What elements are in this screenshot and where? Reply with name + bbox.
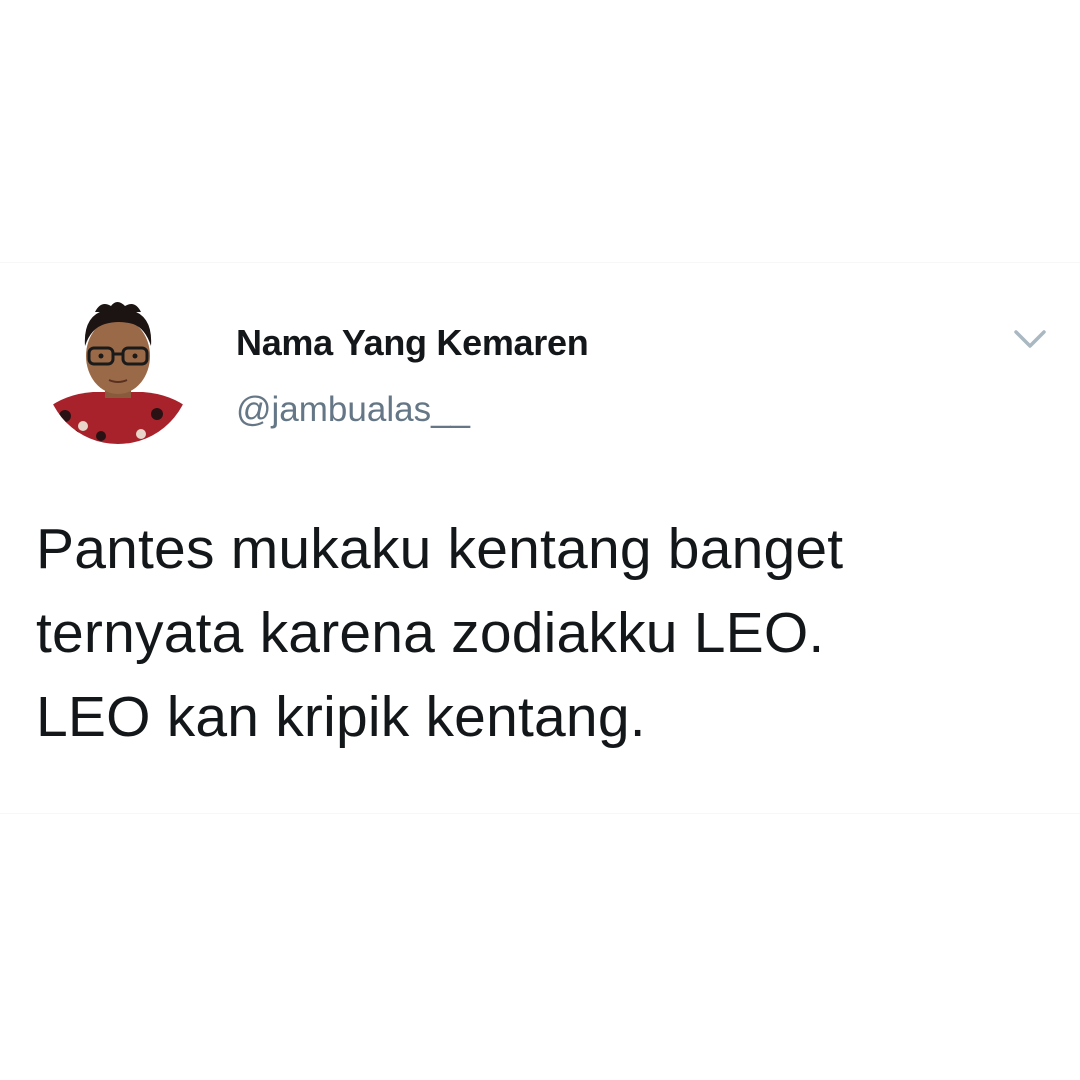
tweet-text-line: LEO kan kripik kentang. [36,685,646,749]
chevron-down-icon[interactable] [1008,320,1052,356]
avatar[interactable] [45,298,191,444]
tweet-text: Pantes mukaku kentang banget ternyata ka… [36,507,1046,759]
author-display-name[interactable]: Nama Yang Kemaren [236,322,589,364]
author-handle[interactable]: @jambualas__ [236,390,470,430]
tweet-text-line: ternyata karena zodiakku LEO. [36,601,825,665]
profile-photo [45,298,191,444]
tweet-text-line: Pantes mukaku kentang banget [36,517,844,581]
